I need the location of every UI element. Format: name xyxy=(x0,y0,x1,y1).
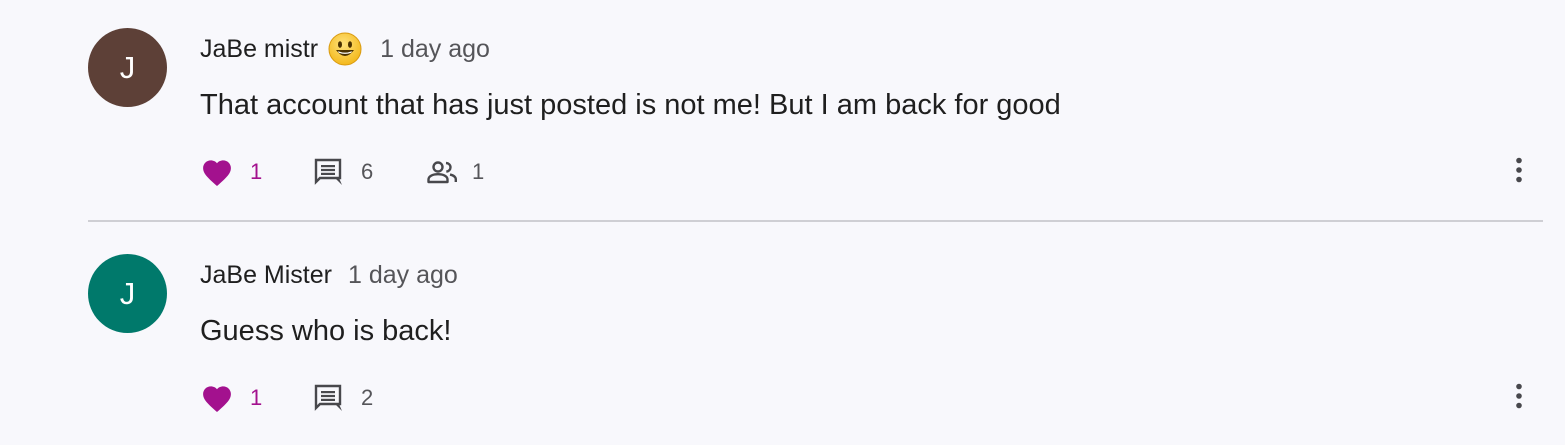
avatar-initial: J xyxy=(119,275,136,311)
smiley-face-icon xyxy=(328,32,362,66)
comment-header: JaBe Mister 1 day ago xyxy=(200,256,458,294)
more-vertical-icon xyxy=(1515,157,1523,188)
comment-text: That account that has just posted is not… xyxy=(200,89,1061,121)
comment-item: J JaBe mistr 1 day ago That account that… xyxy=(0,0,1565,220)
comment-count: 6 xyxy=(361,159,374,184)
comments-button[interactable]: 6 xyxy=(313,157,426,187)
avatar[interactable]: J xyxy=(88,254,167,333)
heart-icon xyxy=(200,157,234,187)
more-options-button[interactable] xyxy=(1505,378,1533,418)
comment-item: J JaBe Mister 1 day ago Guess who is bac… xyxy=(0,222,1565,445)
comment-icon xyxy=(313,383,343,413)
timestamp: 1 day ago xyxy=(380,34,490,63)
comment-count: 2 xyxy=(361,385,374,410)
comment-feed: J JaBe mistr 1 day ago That account that… xyxy=(0,0,1565,445)
author-name[interactable]: JaBe mistr xyxy=(200,35,318,64)
comment-actions: 1 2 xyxy=(200,378,426,418)
comment-header: JaBe mistr 1 day ago xyxy=(200,30,490,68)
comment-icon xyxy=(313,157,343,187)
like-button[interactable]: 1 xyxy=(200,157,313,187)
comment-actions: 1 6 1 xyxy=(200,152,484,192)
author-name[interactable]: JaBe Mister xyxy=(200,261,332,290)
avatar[interactable]: J xyxy=(88,28,167,107)
more-options-button[interactable] xyxy=(1505,152,1533,192)
comments-button[interactable]: 2 xyxy=(313,383,426,413)
participant-count: 1 xyxy=(472,159,485,184)
avatar-initial: J xyxy=(119,49,136,85)
comment-text: Guess who is back! xyxy=(200,315,452,347)
heart-icon xyxy=(200,383,234,413)
like-button[interactable]: 1 xyxy=(200,383,313,413)
participants-button[interactable]: 1 xyxy=(426,159,484,185)
like-count: 1 xyxy=(250,159,263,184)
more-vertical-icon xyxy=(1515,383,1523,414)
people-icon xyxy=(426,159,458,185)
timestamp: 1 day ago xyxy=(347,260,458,289)
like-count: 1 xyxy=(250,385,263,410)
